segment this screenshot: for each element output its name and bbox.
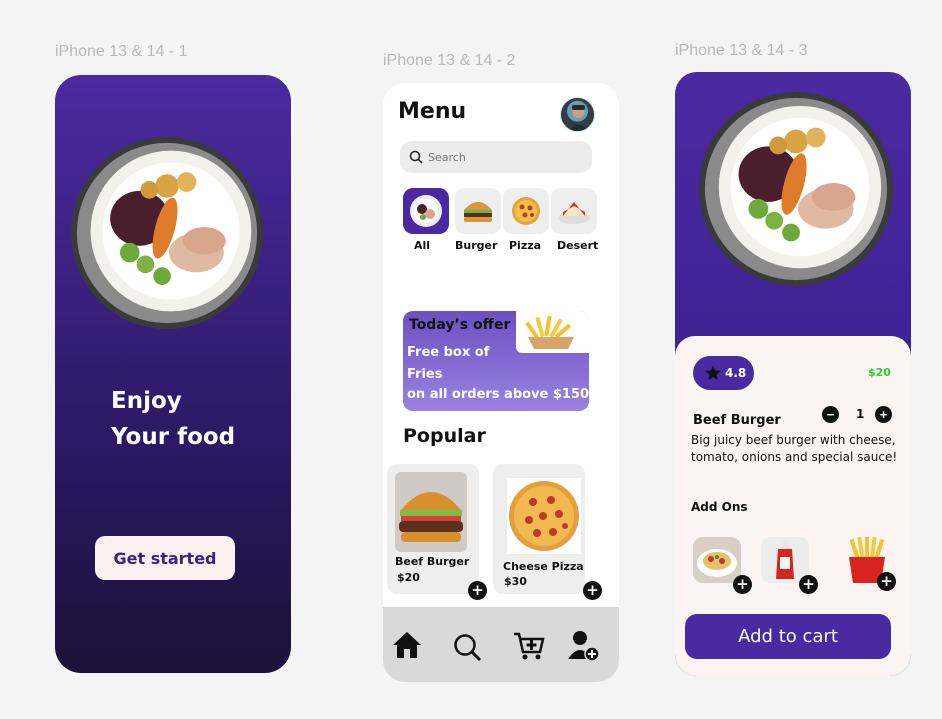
frame-label-2: iPhone 13 & 14 - 2: [383, 52, 516, 69]
plate-icon: [410, 195, 442, 227]
avatar[interactable]: [560, 97, 595, 132]
category-label-desert: Desert: [557, 239, 599, 252]
category-pizza[interactable]: [503, 188, 549, 234]
search-icon: [409, 150, 423, 164]
offer-line-2: Fries: [407, 367, 443, 382]
detail-screen: 4.8 $20 Beef Burger − 1 + Big juicy beef…: [675, 72, 911, 676]
add-pasta-button[interactable]: +: [733, 575, 752, 594]
category-label-pizza: Pizza: [509, 239, 542, 252]
product-name: Beef Burger: [693, 413, 781, 428]
popular-heading: Popular: [403, 425, 486, 447]
detail-sheet: 4.8 $20 Beef Burger − 1 + Big juicy beef…: [675, 336, 911, 676]
welcome-line-1: Enjoy: [111, 388, 182, 414]
fries-icon: [525, 315, 574, 349]
add-pizza-button[interactable]: +: [583, 581, 602, 600]
pasta-icon: [693, 537, 741, 583]
product-price: $20: [868, 366, 891, 379]
welcome-line-2: Your food: [111, 424, 236, 450]
pizza-image-icon: [507, 478, 581, 554]
offer-line-1: Free box of: [407, 345, 490, 360]
welcome-heading: Enjoy Your food: [111, 383, 235, 455]
cake-icon: [558, 202, 590, 224]
get-started-button[interactable]: Get started: [95, 536, 235, 580]
food-plate-image: [698, 91, 894, 287]
menu-screen: Menu All Burger: [383, 83, 619, 682]
welcome-screen: Enjoy Your food Get started: [55, 75, 291, 673]
popular-card-burger[interactable]: Beef Burger $20: [387, 464, 479, 594]
category-label-all: All: [414, 239, 431, 252]
popular-name-pizza: Cheese Pizza: [503, 560, 584, 573]
category-desert[interactable]: [551, 188, 597, 234]
addon-pasta[interactable]: [693, 537, 741, 583]
frame-label-1: iPhone 13 & 14 - 1: [55, 43, 188, 60]
offer-banner[interactable]: Today’s offer Free box of Fries on all o…: [403, 311, 589, 411]
popular-card-pizza[interactable]: Cheese Pizza $30: [493, 464, 585, 594]
add-ketchup-button[interactable]: +: [799, 575, 818, 594]
rating-badge: 4.8: [693, 356, 754, 390]
rating-value: 4.8: [725, 366, 747, 380]
category-label-burger: Burger: [455, 239, 498, 252]
star-icon: [705, 365, 721, 380]
category-burger[interactable]: [455, 188, 501, 234]
page-title: Menu: [398, 99, 467, 124]
add-to-cart-button[interactable]: Add to cart: [685, 614, 891, 659]
burger-icon: [464, 202, 492, 222]
pizza-icon: [512, 197, 540, 225]
frame-label-3: iPhone 13 & 14 - 3: [675, 42, 808, 59]
decrease-quantity-button[interactable]: −: [822, 406, 839, 423]
add-user-icon[interactable]: [567, 629, 601, 663]
add-fries-button[interactable]: +: [877, 572, 896, 591]
popular-price-burger: $20: [397, 571, 420, 584]
popular-name-burger: Beef Burger: [395, 555, 470, 568]
search-input[interactable]: [400, 141, 592, 173]
offer-heading: Today’s offer: [409, 317, 511, 333]
add-burger-button[interactable]: +: [468, 581, 487, 600]
product-description: Big juicy beef burger with cheese, tomat…: [691, 433, 898, 464]
bottom-nav: [383, 607, 619, 682]
popular-price-pizza: $30: [504, 575, 527, 588]
burger-image-icon: [395, 472, 467, 552]
user-photo-icon: [568, 105, 589, 131]
addons-heading: Add Ons: [691, 500, 748, 514]
search-nav-icon[interactable]: [453, 633, 483, 663]
quantity-value: 1: [856, 407, 865, 421]
fries-image: [516, 311, 589, 353]
cart-icon[interactable]: [513, 630, 545, 662]
offer-line-3: on all orders above $150: [407, 387, 589, 402]
increase-quantity-button[interactable]: +: [875, 406, 892, 423]
home-icon[interactable]: [392, 630, 422, 660]
food-plate-image: [70, 136, 264, 330]
category-all[interactable]: [403, 188, 449, 234]
